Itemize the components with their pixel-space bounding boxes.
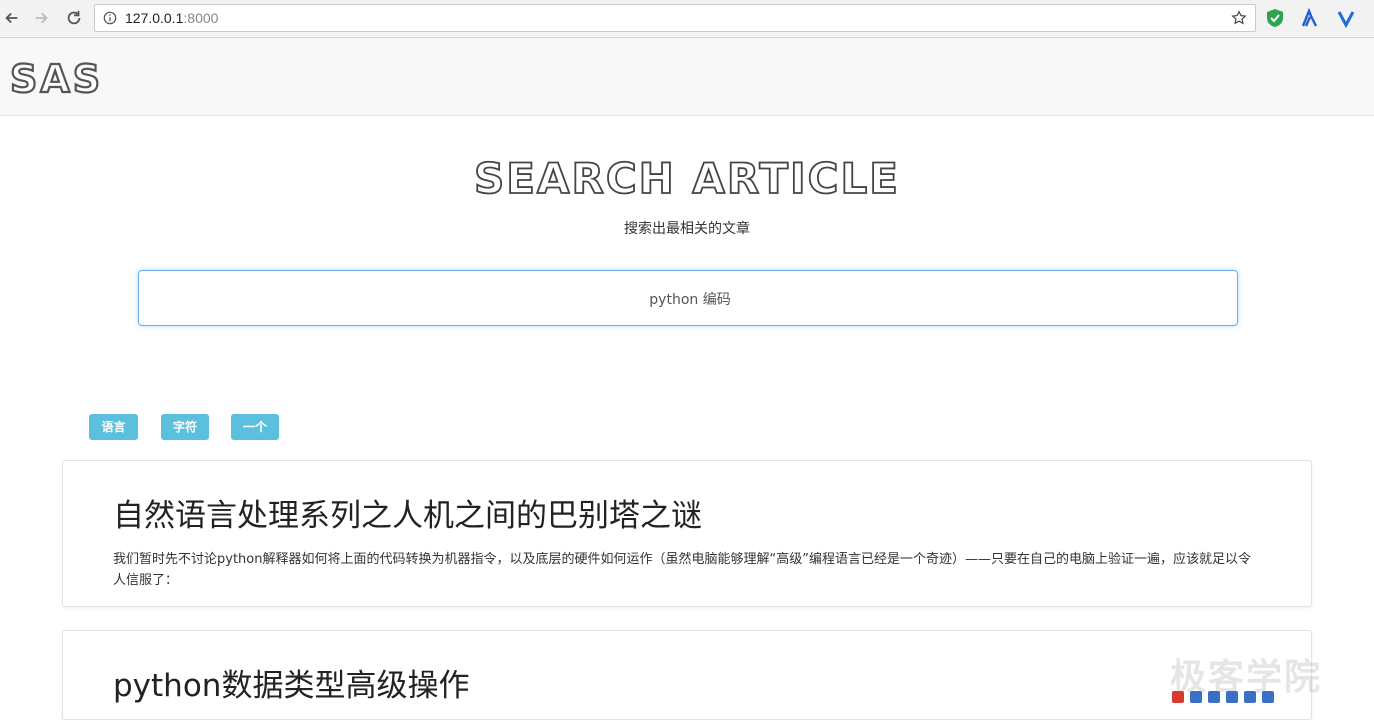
result-card: 自然语言处理系列之人机之间的巴别塔之谜 我们暂时先不讨论python解释器如何将… — [62, 460, 1312, 607]
result-title[interactable]: 自然语言处理系列之人机之间的巴别塔之谜 — [113, 499, 702, 533]
tray-icon — [1262, 690, 1274, 703]
browser-toolbar: 127.0.0.1:8000 — [0, 0, 1374, 38]
search-field[interactable] — [138, 270, 1241, 327]
tray-icon — [1172, 690, 1184, 703]
v-icon[interactable] — [1336, 8, 1356, 28]
result-snippet: 我们暂时先不讨论python解释器如何将上面的代码转换为机器指令，以及底层的硬件… — [113, 552, 1251, 588]
search-input[interactable] — [139, 271, 1241, 327]
tray-icon — [1244, 690, 1256, 703]
back-button[interactable] — [0, 6, 24, 30]
system-tray — [1172, 690, 1372, 703]
tag-chip[interactable]: 一个 — [231, 414, 279, 440]
site-header: SAS — [0, 38, 1374, 116]
arrow-left-icon — [5, 12, 18, 24]
lambda-icon[interactable] — [1300, 8, 1320, 28]
url-host: 127.0.0.1 — [125, 10, 184, 26]
address-bar[interactable]: 127.0.0.1:8000 — [94, 4, 1256, 32]
url-text: 127.0.0.1:8000 — [125, 10, 218, 26]
url-port: :8000 — [183, 10, 219, 26]
star-icon[interactable] — [1231, 10, 1247, 26]
arrow-right-icon — [35, 12, 48, 24]
tag-chip[interactable]: 语言 — [89, 414, 138, 440]
forward-button[interactable] — [29, 6, 53, 30]
tray-icon — [1226, 690, 1238, 703]
reload-button[interactable] — [62, 6, 86, 30]
tray-icon — [1190, 690, 1202, 703]
result-card: python数据类型高级操作 — [62, 630, 1312, 720]
info-icon[interactable] — [103, 11, 117, 25]
page-title: SEARCH ARTICLE — [473, 154, 900, 203]
tray-icon — [1208, 690, 1220, 703]
site-logo[interactable]: SAS — [9, 59, 103, 99]
result-title[interactable]: python数据类型高级操作 — [113, 669, 469, 703]
reload-icon — [67, 10, 81, 25]
shield-icon[interactable] — [1265, 8, 1285, 28]
tag-chip[interactable]: 字符 — [161, 414, 209, 440]
page-subtitle: 搜索出最相关的文章 — [624, 221, 750, 237]
